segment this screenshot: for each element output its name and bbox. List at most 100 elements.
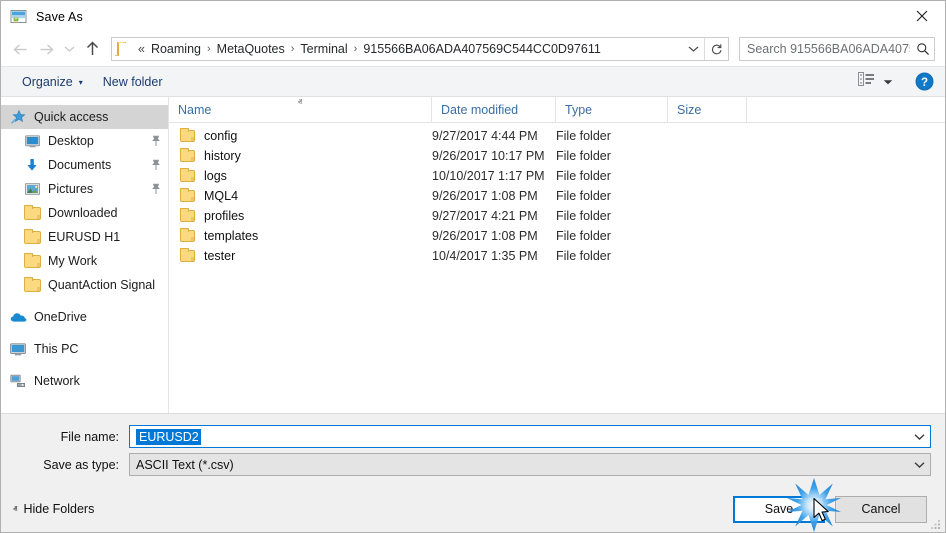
sidebar-item-documents[interactable]: Documents [1, 153, 168, 177]
file-name-cell[interactable]: config [169, 128, 432, 143]
breadcrumb-item-terminal-id[interactable]: 915566BA06ADA407569C544CC0D97611 [358, 42, 605, 56]
search-input[interactable] [740, 41, 912, 57]
file-name-value: EURUSD2 [136, 428, 201, 445]
save-as-type-row: Save as type: ASCII Text (*.csv) [15, 453, 931, 476]
folder-icon [23, 228, 41, 246]
up-button[interactable] [79, 36, 105, 62]
breadcrumb-item-metaquotes[interactable]: MetaQuotes [212, 42, 290, 56]
file-name-cell[interactable]: templates [169, 228, 432, 243]
folder-icon [23, 252, 41, 270]
close-button[interactable] [899, 1, 945, 31]
onedrive-cloud-icon [9, 308, 27, 326]
breadcrumb[interactable]: « Roaming › MetaQuotes › Terminal › 9155… [112, 42, 682, 56]
file-rows: config 9/27/2017 4:44 PM File folder his… [169, 123, 945, 413]
table-row[interactable]: config 9/27/2017 4:44 PM File folder [169, 126, 945, 146]
new-folder-button[interactable]: New folder [96, 72, 170, 92]
window-title: Save As [36, 9, 83, 24]
table-row[interactable]: history 9/26/2017 10:17 PM File folder [169, 146, 945, 166]
folder-icon [180, 188, 195, 202]
folder-icon [180, 168, 195, 182]
file-type-cell: File folder [556, 249, 611, 263]
refresh-button[interactable] [704, 38, 728, 60]
save-button[interactable]: Save [733, 495, 825, 523]
sidebar-item-label: Pictures [48, 182, 94, 196]
forward-button[interactable] [33, 36, 59, 62]
table-row[interactable]: MQL4 9/26/2017 1:08 PM File folder [169, 186, 945, 206]
back-button[interactable] [7, 36, 33, 62]
save-as-dialog: Save As « Roaming › MetaQuotes › Termina… [0, 0, 946, 533]
file-name-cell[interactable]: history [169, 148, 432, 163]
table-row[interactable]: logs 10/10/2017 1:17 PM File folder [169, 166, 945, 186]
file-name-label: MQL4 [204, 189, 239, 203]
table-row[interactable]: templates 9/26/2017 1:08 PM File folder [169, 226, 945, 246]
file-name-label: logs [204, 169, 227, 183]
recent-locations-button[interactable] [59, 36, 79, 62]
file-name-cell[interactable]: profiles [169, 208, 432, 223]
file-name-input[interactable]: EURUSD2 [129, 425, 931, 448]
file-list: ⱏ Name Date modified Type Size config 9/… [169, 97, 945, 413]
desktop-icon [23, 132, 41, 150]
file-name-cell[interactable]: MQL4 [169, 188, 432, 203]
search-icon [912, 42, 934, 56]
save-as-type-value: ASCII Text (*.csv) [136, 457, 234, 472]
table-row[interactable]: tester 10/4/2017 1:35 PM File folder [169, 246, 945, 266]
address-dropdown-button[interactable] [682, 38, 704, 60]
breadcrumb-overflow[interactable]: « [136, 42, 146, 56]
address-bar[interactable]: « Roaming › MetaQuotes › Terminal › 9155… [111, 37, 729, 61]
table-row[interactable]: profiles 9/27/2017 4:21 PM File folder [169, 206, 945, 226]
file-date-cell: 9/26/2017 1:08 PM [432, 229, 538, 243]
sidebar-item-pictures[interactable]: Pictures [1, 177, 168, 201]
sidebar-item-label: Quick access [34, 110, 109, 124]
view-mode-button[interactable] [852, 70, 899, 93]
organize-button[interactable]: Organize ▾ [15, 72, 90, 92]
file-name-cell[interactable]: tester [169, 248, 432, 263]
sidebar-item-label: QuantAction Signal [48, 278, 156, 292]
sidebar-item-label: EURUSD H1 [48, 230, 121, 244]
save-as-type-dropdown-button[interactable] [908, 461, 930, 469]
column-header-date-modified[interactable]: Date modified [432, 97, 556, 122]
sidebar-item-quantaction-signal[interactable]: QuantAction Signal [1, 273, 168, 297]
command-bar: Organize ▾ New folder ? [1, 66, 945, 97]
navigation-pane[interactable]: Quick access Desktop Documents Pictures … [1, 97, 169, 413]
hide-folders-button[interactable]: ⱏ Hide Folders [13, 502, 94, 516]
folder-icon [23, 276, 41, 294]
column-header-label: Name [178, 102, 212, 117]
arrow-left-icon [12, 43, 26, 55]
file-name-cell[interactable]: logs [169, 168, 432, 183]
save-form: File name: EURUSD2 Save as type: ASCII T… [1, 413, 945, 486]
file-date-cell: 9/26/2017 1:08 PM [432, 189, 538, 203]
breadcrumb-item-roaming[interactable]: Roaming [146, 42, 206, 56]
column-header-label: Date modified [441, 102, 519, 117]
refresh-icon [711, 43, 722, 54]
sidebar-item-onedrive[interactable]: OneDrive [1, 305, 168, 329]
sidebar-item-eurusd-h1[interactable]: EURUSD H1 [1, 225, 168, 249]
column-header-label: Type [565, 102, 593, 117]
sidebar-item-desktop[interactable]: Desktop [1, 129, 168, 153]
cancel-button[interactable]: Cancel [835, 495, 927, 523]
resize-grip-icon[interactable] [930, 518, 942, 530]
sidebar-item-my-work[interactable]: My Work [1, 249, 168, 273]
arrow-right-icon [40, 43, 54, 55]
sidebar-item-downloaded[interactable]: Downloaded [1, 201, 168, 225]
file-type-cell: File folder [556, 129, 611, 143]
breadcrumb-folder-icon [117, 42, 133, 56]
file-type-cell: File folder [556, 229, 611, 243]
save-as-type-label: Save as type: [43, 457, 119, 472]
breadcrumb-item-terminal[interactable]: Terminal [295, 42, 352, 56]
file-date-cell: 9/27/2017 4:44 PM [432, 129, 538, 143]
pin-icon[interactable] [150, 159, 162, 171]
pin-icon[interactable] [150, 183, 162, 195]
column-header-type[interactable]: Type [556, 97, 668, 122]
sidebar-item-this-pc[interactable]: This PC [1, 337, 168, 361]
sidebar-item-quick-access[interactable]: Quick access [1, 105, 168, 129]
search-box[interactable] [739, 37, 935, 61]
file-date-cell: 9/26/2017 10:17 PM [432, 149, 545, 163]
pin-icon[interactable] [150, 135, 162, 147]
sidebar-item-network[interactable]: Network [1, 369, 168, 393]
save-as-type-select[interactable]: ASCII Text (*.csv) [129, 453, 931, 476]
file-name-dropdown-button[interactable] [908, 433, 930, 441]
column-header-size[interactable]: Size [668, 97, 747, 122]
help-button[interactable]: ? [913, 71, 935, 93]
column-header-name[interactable]: ⱏ Name [169, 97, 432, 122]
